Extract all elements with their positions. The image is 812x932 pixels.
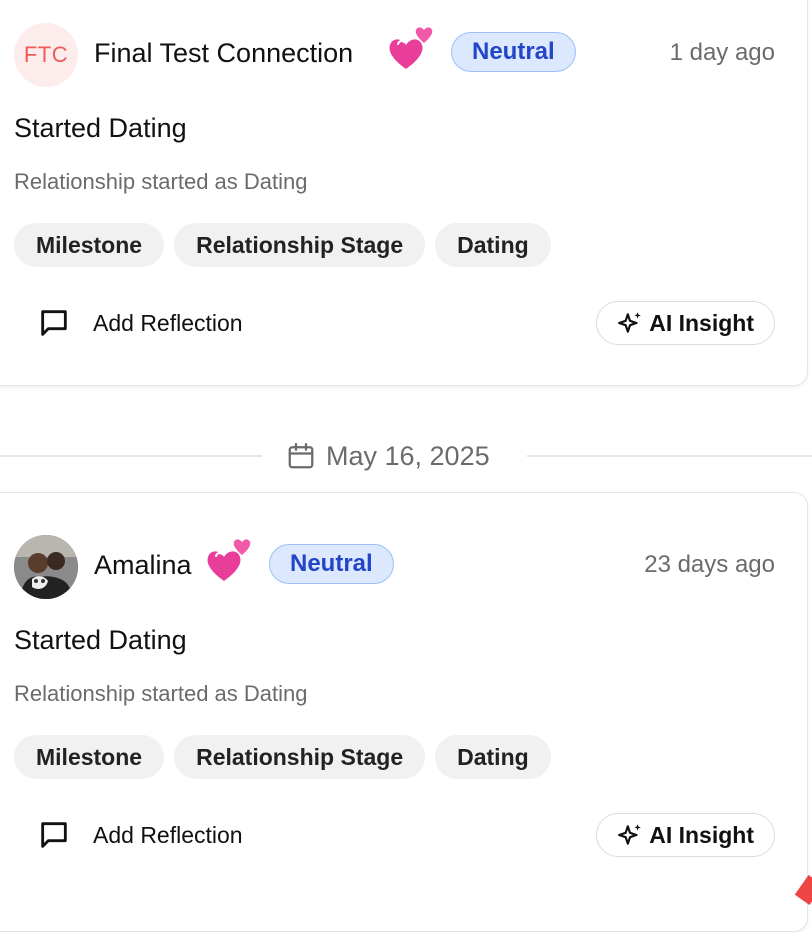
avatar[interactable] [14, 535, 78, 599]
card-header: FTC Final Test Connection Neutral 1 day … [14, 23, 807, 87]
tag-milestone: Milestone [14, 223, 165, 267]
timeline-card: Amalina Neutral 23 days ago Started Dati… [0, 492, 808, 932]
tag-relationship-stage: Relationship Stage [174, 223, 426, 267]
ai-insight-button[interactable]: AI Insight [596, 301, 775, 345]
avatar[interactable]: FTC [14, 23, 78, 87]
date-separator-label: May 16, 2025 [326, 440, 490, 471]
entry-title: Started Dating [14, 113, 187, 143]
ai-insight-label: AI Insight [649, 309, 754, 336]
comment-icon [41, 310, 67, 336]
add-reflection-button[interactable]: Add Reflection [37, 815, 243, 855]
timeline-card: FTC Final Test Connection Neutral 1 day … [0, 0, 808, 386]
add-reflection-label: Add Reflection [93, 309, 243, 336]
date-separator: May 16, 2025 [286, 438, 490, 474]
tag-milestone: Milestone [14, 735, 165, 779]
add-reflection-label: Add Reflection [93, 821, 243, 848]
entry-description: Relationship started as Dating [14, 169, 308, 194]
tag-dating: Dating [435, 223, 551, 267]
connection-name[interactable]: Final Test Connection [94, 38, 353, 69]
tag-dating: Dating [435, 735, 551, 779]
avatar-initials: FTC [23, 42, 69, 67]
divider-right [527, 455, 812, 457]
two-hearts-icon [389, 27, 433, 69]
two-hearts-icon [207, 539, 251, 581]
tag-list: Milestone Relationship Stage Dating [14, 735, 551, 779]
sparkles-icon [618, 312, 642, 333]
connection-name[interactable]: Amalina [94, 550, 192, 581]
comment-icon [41, 822, 67, 848]
sparkles-icon [618, 824, 642, 845]
entry-title: Started Dating [14, 625, 187, 655]
add-reflection-button[interactable]: Add Reflection [37, 303, 243, 343]
timestamp: 23 days ago [644, 551, 775, 578]
sentiment-badge: Neutral [269, 544, 394, 584]
card-header: Amalina Neutral 23 days ago [14, 535, 807, 599]
timestamp: 1 day ago [669, 39, 775, 66]
divider-left [0, 455, 262, 457]
ai-insight-button[interactable]: AI Insight [596, 813, 775, 857]
entry-description: Relationship started as Dating [14, 681, 308, 706]
calendar-icon [288, 443, 314, 469]
tag-list: Milestone Relationship Stage Dating [14, 223, 551, 267]
ai-insight-label: AI Insight [649, 821, 754, 848]
sentiment-badge: Neutral [451, 32, 576, 72]
tag-relationship-stage: Relationship Stage [174, 735, 426, 779]
avatar-photo [14, 535, 78, 599]
